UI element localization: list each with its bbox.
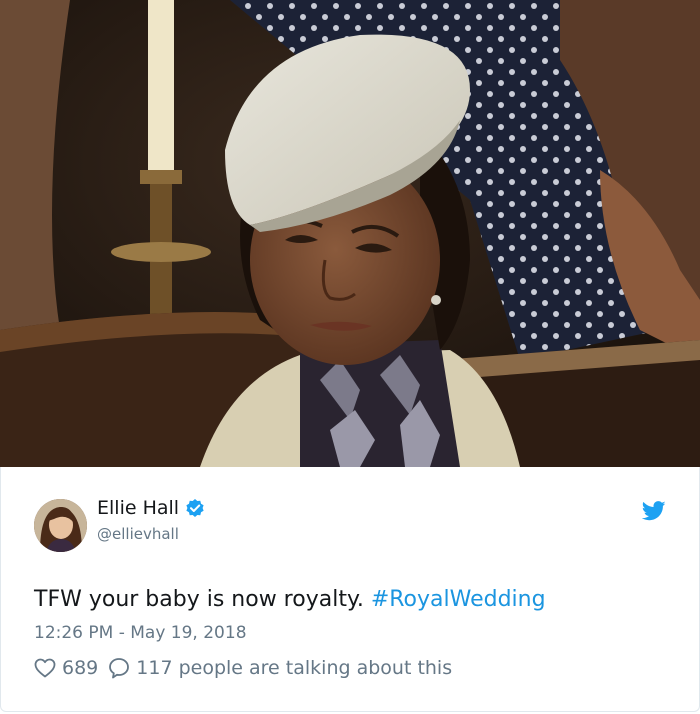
- author-name-row: Ellie Hall: [97, 497, 205, 519]
- embedded-tweet-card: Ellie Hall @ellievhall TFW your baby is …: [0, 0, 700, 714]
- tweet-timestamp[interactable]: 12:26 PM - May 19, 2018: [34, 623, 247, 643]
- speech-bubble-icon[interactable]: [108, 657, 130, 679]
- author-handle[interactable]: @ellievhall: [97, 525, 179, 543]
- tweet-content: Ellie Hall @ellievhall TFW your baby is …: [0, 467, 700, 712]
- author-display-name[interactable]: Ellie Hall: [97, 497, 179, 519]
- tweet-text: TFW your baby is now royalty. #RoyalWedd…: [34, 587, 546, 612]
- verified-badge-icon: [185, 498, 205, 518]
- talking-about-link[interactable]: 117 people are talking about this: [136, 657, 452, 679]
- tweet-text-main: TFW your baby is now royalty.: [34, 587, 371, 612]
- twitter-bird-icon[interactable]: [641, 501, 666, 521]
- tweet-actions: 689 117 people are talking about this: [34, 657, 452, 679]
- talking-count: 117: [136, 657, 173, 679]
- talking-label: people are talking about this: [178, 657, 453, 679]
- tweet-photo[interactable]: [0, 0, 700, 467]
- author-avatar[interactable]: [34, 499, 87, 552]
- heart-icon[interactable]: [34, 658, 56, 678]
- likes-count[interactable]: 689: [62, 657, 98, 679]
- hashtag-link[interactable]: #RoyalWedding: [371, 587, 546, 612]
